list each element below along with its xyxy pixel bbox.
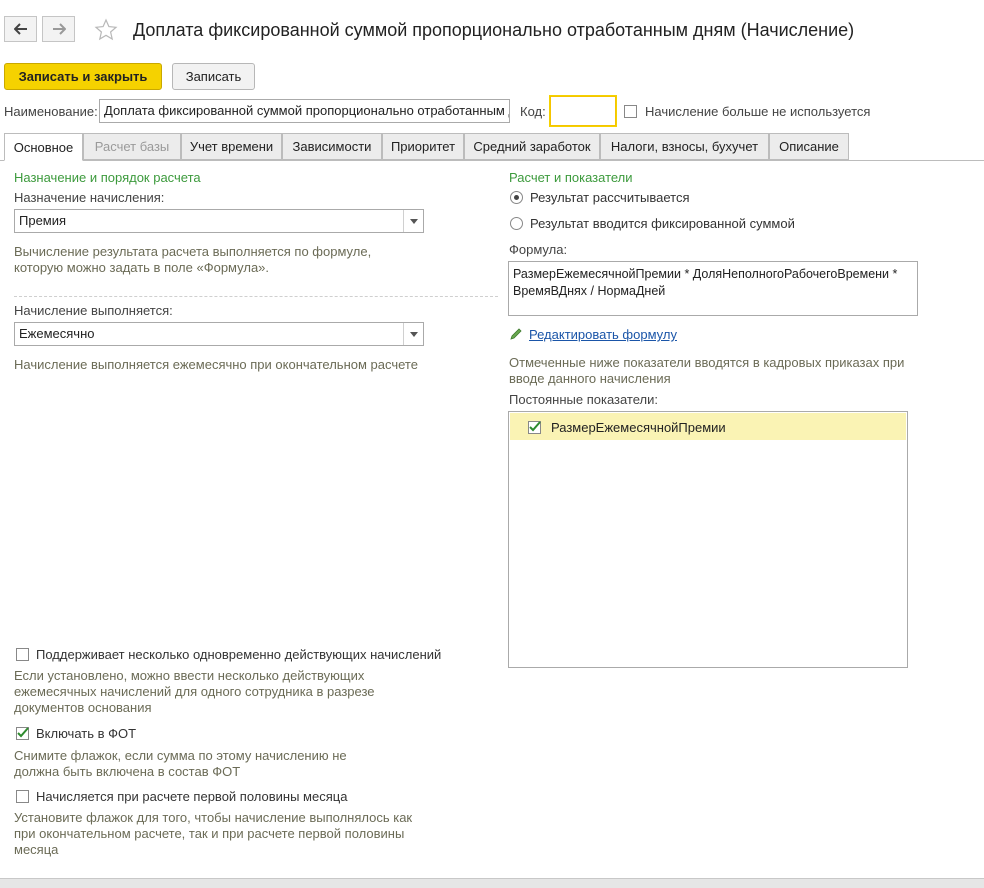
window-title: Доплата фиксированной суммой пропорциона… — [133, 20, 855, 40]
tab-description[interactable]: Описание — [769, 133, 849, 160]
radio-dot — [514, 195, 519, 200]
tab-priority[interactable]: Приоритет — [382, 133, 464, 160]
code-label: Код: — [520, 104, 546, 119]
purpose-hint: Вычисление результата расчета выполняетс… — [14, 244, 372, 275]
constant-indicators-label: Постоянные показатели: — [509, 392, 658, 407]
tab-taxes[interactable]: Налоги, взносы, бухучет — [600, 133, 769, 160]
arrow-right-icon — [52, 23, 66, 35]
pencil-icon — [509, 327, 523, 344]
chevron-down-icon[interactable] — [403, 210, 423, 232]
edit-formula-link[interactable]: Редактировать формулу — [529, 327, 677, 342]
fot-label: Включать в ФОТ — [36, 726, 137, 741]
list-item[interactable]: РазмерЕжемесячнойПремии — [510, 413, 906, 440]
tab-dependencies[interactable]: Зависимости — [282, 133, 382, 160]
first-half-checkbox[interactable] — [16, 790, 29, 803]
multi-accrual-label: Поддерживает несколько одновременно дейс… — [36, 647, 442, 662]
code-input[interactable] — [550, 96, 616, 126]
radio-result-calculated-label: Результат рассчитывается — [530, 190, 690, 205]
tab-time-accounting[interactable]: Учет времени — [181, 133, 282, 160]
first-half-label: Начисляется при расчете первой половины … — [36, 789, 348, 804]
fot-checkbox[interactable] — [16, 727, 29, 740]
period-label: Начисление выполняется: — [14, 303, 173, 318]
not-used-label: Начисление больше не используется — [645, 104, 871, 119]
first-half-hint: Установите флажок для того, чтобы начисл… — [14, 810, 413, 857]
formula-textarea[interactable]: РазмерЕжемесячнойПремии * ДоляНеполногоР… — [508, 261, 918, 316]
radio-result-calculated[interactable] — [510, 191, 523, 204]
period-value: Ежемесячно — [19, 326, 95, 341]
chevron-down-icon[interactable] — [403, 323, 423, 345]
tab-base-calc[interactable]: Расчет базы — [83, 133, 181, 160]
indicator-checkbox[interactable] — [528, 421, 541, 434]
period-hint: Начисление выполняется ежемесячно при ок… — [14, 357, 418, 372]
purpose-value: Премия — [19, 213, 67, 228]
checkmark-icon — [529, 421, 541, 432]
purpose-section-title: Назначение и порядок расчета — [14, 170, 201, 185]
name-label: Наименование: — [4, 104, 98, 119]
multi-accrual-hint: Если установлено, можно ввести несколько… — [14, 668, 375, 715]
name-input[interactable]: Доплата фиксированной суммой пропорциона… — [99, 99, 510, 123]
calc-section-title: Расчет и показатели — [509, 170, 633, 185]
fot-hint: Снимите флажок, если сумма по этому начи… — [14, 748, 347, 779]
forward-button[interactable] — [42, 16, 75, 42]
purpose-select[interactable]: Премия — [14, 209, 424, 233]
back-button[interactable] — [4, 16, 37, 42]
tab-average-earnings[interactable]: Средний заработок — [464, 133, 600, 160]
not-used-checkbox[interactable] — [624, 105, 637, 118]
arrow-left-icon — [13, 23, 27, 35]
save-button[interactable]: Записать — [172, 63, 255, 90]
section-divider — [14, 296, 498, 297]
favorite-star-icon[interactable] — [94, 18, 118, 42]
multi-accrual-checkbox[interactable] — [16, 648, 29, 661]
formula-label: Формула: — [509, 242, 568, 257]
indicator-name: РазмерЕжемесячнойПремии — [551, 420, 726, 435]
radio-result-fixed-label: Результат вводится фиксированной суммой — [530, 216, 795, 231]
checkmark-icon — [17, 727, 29, 738]
save-and-close-button[interactable]: Записать и закрыть — [4, 63, 162, 90]
indicators-list[interactable]: РазмерЕжемесячнойПремии — [508, 411, 908, 668]
indicators-hint: Отмеченные ниже показатели вводятся в ка… — [509, 355, 905, 386]
tabs-baseline — [0, 160, 984, 161]
tab-main[interactable]: Основное — [4, 133, 83, 161]
purpose-label: Назначение начисления: — [14, 190, 165, 205]
period-select[interactable]: Ежемесячно — [14, 322, 424, 346]
radio-result-fixed[interactable] — [510, 217, 523, 230]
